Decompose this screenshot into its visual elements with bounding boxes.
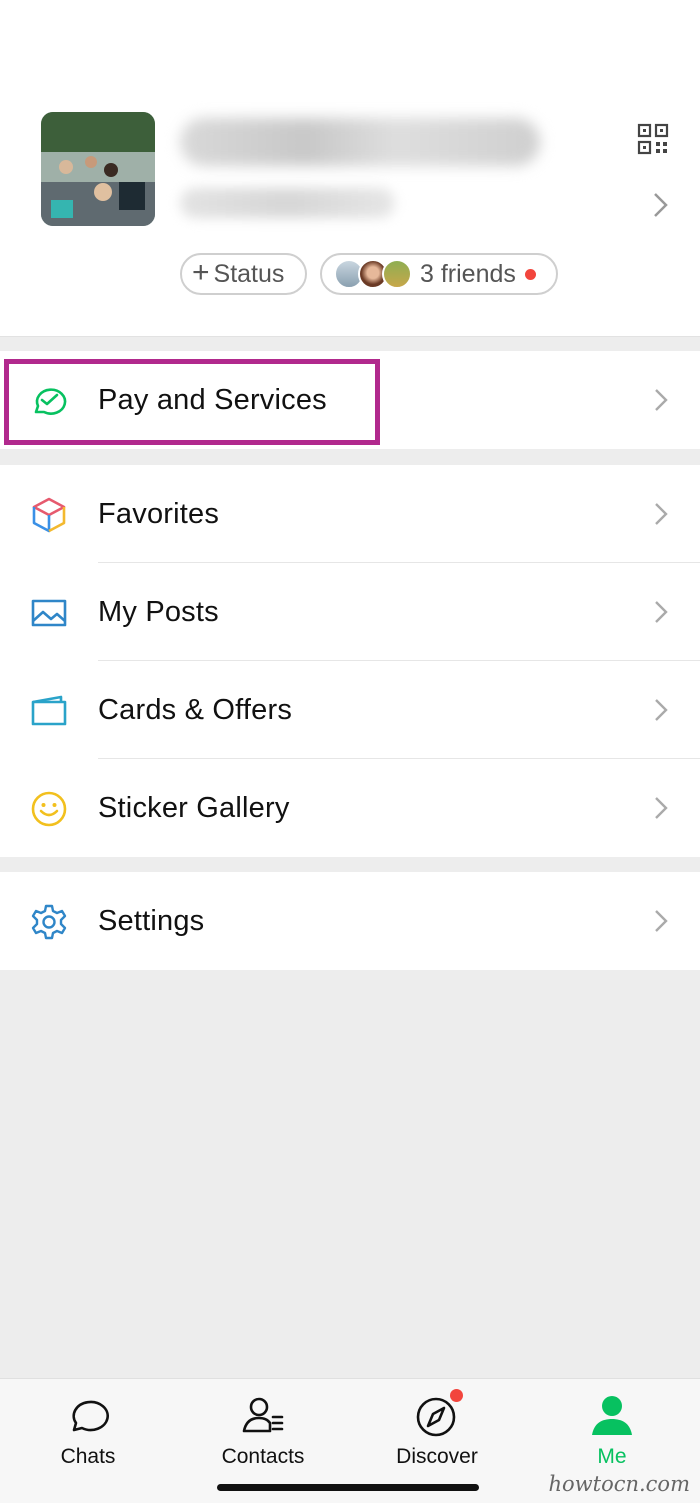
friends-label: 3 friends [420,259,516,288]
status-label: Status [213,259,285,288]
profile-header[interactable]: + Status 3 friends [0,0,700,337]
chevron-right-icon [652,696,670,724]
menu-label: Favorites [98,497,220,530]
avatar[interactable] [41,112,155,226]
compass-icon [414,1389,463,1439]
chevron-right-icon[interactable] [650,190,672,220]
features-group: Favorites My Posts Cards & Offers Sticke… [0,465,700,857]
tab-label: Chats [60,1445,116,1468]
chat-bubble-icon [65,1393,111,1439]
qr-code-icon[interactable] [637,123,669,155]
chevron-right-icon [652,386,670,414]
notification-dot [450,1389,463,1402]
blurred-wechat-id [180,188,395,218]
blurred-nickname [180,118,540,166]
person-icon [589,1393,635,1439]
tab-discover[interactable]: Discover [367,1379,507,1479]
unread-dot [524,268,536,280]
menu-item-my-posts[interactable]: My Posts [0,563,700,661]
smiley-icon [30,790,68,828]
tab-label: Contacts [221,1445,305,1468]
tab-contacts[interactable]: Contacts [193,1379,333,1479]
card-icon [30,692,68,730]
menu-item-sticker-gallery[interactable]: Sticker Gallery [0,759,700,857]
tab-me[interactable]: Me [542,1379,682,1479]
menu-item-cards-offers[interactable]: Cards & Offers [0,661,700,759]
menu-label: Sticker Gallery [98,791,290,824]
friends-status-button[interactable]: 3 friends [320,253,558,295]
watermark: howtocn.com [548,1472,690,1496]
home-indicator [217,1484,479,1491]
add-status-button[interactable]: + Status [180,253,307,295]
plus-icon: + [192,255,210,289]
image-icon [30,594,68,632]
chevron-right-icon [652,907,670,935]
menu-label: Settings [98,904,205,937]
gear-icon [30,903,68,941]
tab-label: Me [597,1445,627,1468]
menu-item-favorites[interactable]: Favorites [0,465,700,563]
friend-avatars [334,259,418,289]
friend-avatar [382,259,412,289]
contacts-icon [240,1393,286,1439]
cube-icon [30,496,68,534]
tab-chats[interactable]: Chats [18,1379,158,1479]
chevron-right-icon [652,598,670,626]
menu-label: Cards & Offers [98,693,293,726]
menu-label: My Posts [98,595,219,628]
chevron-right-icon [652,794,670,822]
chevron-right-icon [652,500,670,528]
tab-label: Discover [396,1445,478,1468]
menu-item-settings[interactable]: Settings [0,872,700,970]
highlight-box [4,359,380,445]
settings-group: Settings [0,872,700,970]
